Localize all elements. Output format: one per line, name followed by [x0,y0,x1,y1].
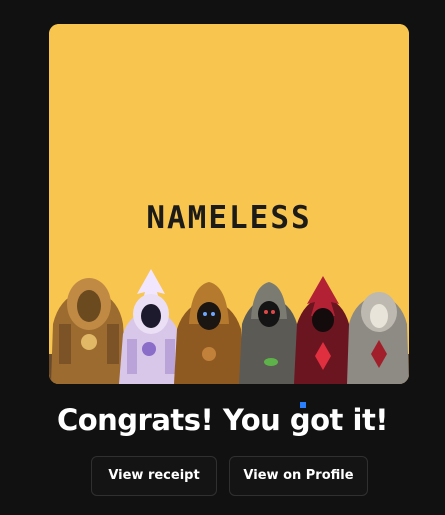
view-receipt-button[interactable]: View receipt [91,456,217,496]
action-buttons: View receipt View on Profile [0,456,445,496]
nft-title: NAMELESS [146,200,312,236]
nft-artwork: NAMELESS [49,24,409,384]
view-on-profile-button[interactable]: View on Profile [229,456,368,496]
cursor-indicator-icon [300,402,306,408]
purchase-success-page: NAMELESS Congrats! You got it! View rece… [0,0,445,515]
success-headline: Congrats! You got it! [56,403,389,437]
